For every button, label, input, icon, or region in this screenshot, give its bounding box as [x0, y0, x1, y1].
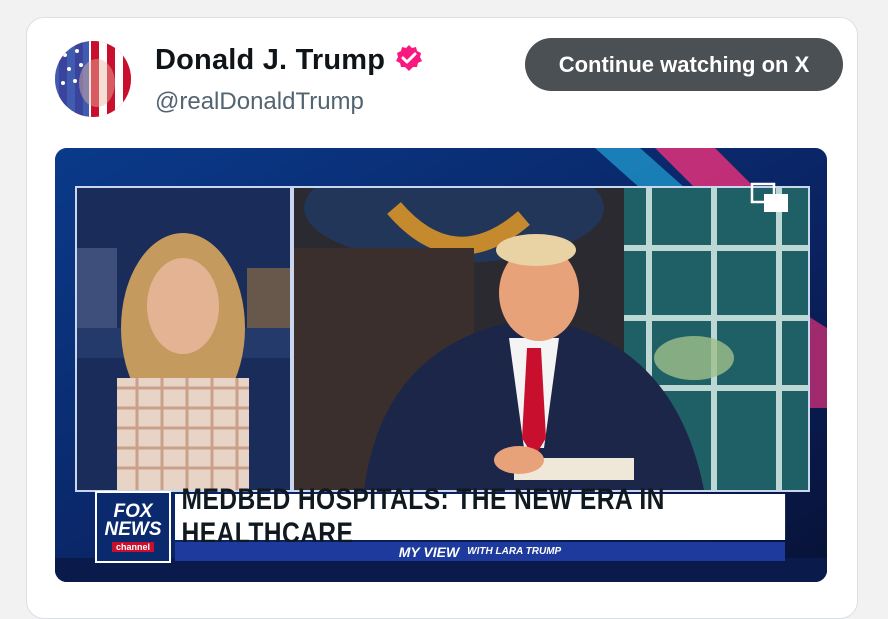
guest-image: [294, 188, 808, 490]
logo-line-2: NEWS: [104, 518, 162, 540]
show-bar-text: MY VIEW WITH LARA TRUMP: [399, 544, 561, 560]
verified-badge-icon: [395, 44, 423, 77]
logo-line-1: FOX: [113, 500, 153, 522]
display-name[interactable]: Donald J. Trump: [155, 44, 385, 77]
show-name: MY VIEW: [398, 543, 460, 560]
post-card: Donald J. Trump @realDonaldTrump Continu…: [26, 17, 858, 619]
avatar[interactable]: [55, 41, 131, 117]
author-handle[interactable]: @realDonaldTrump: [155, 88, 364, 116]
guest-video-panel: [292, 186, 810, 492]
host-video-panel: [75, 186, 292, 492]
picture-in-picture-icon[interactable]: [750, 182, 790, 214]
video-player[interactable]: FOX NEWS channel MEDBED HOSPITALS: THE N…: [55, 148, 827, 582]
avatar-image: [55, 41, 131, 117]
news-chyron: FOX NEWS channel MEDBED HOSPITALS: THE N…: [95, 483, 786, 563]
author-row: Donald J. Trump: [155, 44, 423, 77]
chyron-headline: MEDBED HOSPITALS: THE NEW ERA IN HEALTHC…: [175, 483, 786, 550]
continue-watching-button[interactable]: Continue watching on X: [525, 38, 843, 91]
logo-line-3: channel: [111, 541, 154, 552]
fox-news-logo: FOX NEWS channel: [95, 491, 171, 563]
show-bar: MY VIEW WITH LARA TRUMP: [175, 542, 785, 561]
host-image: [77, 188, 290, 490]
show-host: WITH LARA TRUMP: [467, 546, 562, 557]
